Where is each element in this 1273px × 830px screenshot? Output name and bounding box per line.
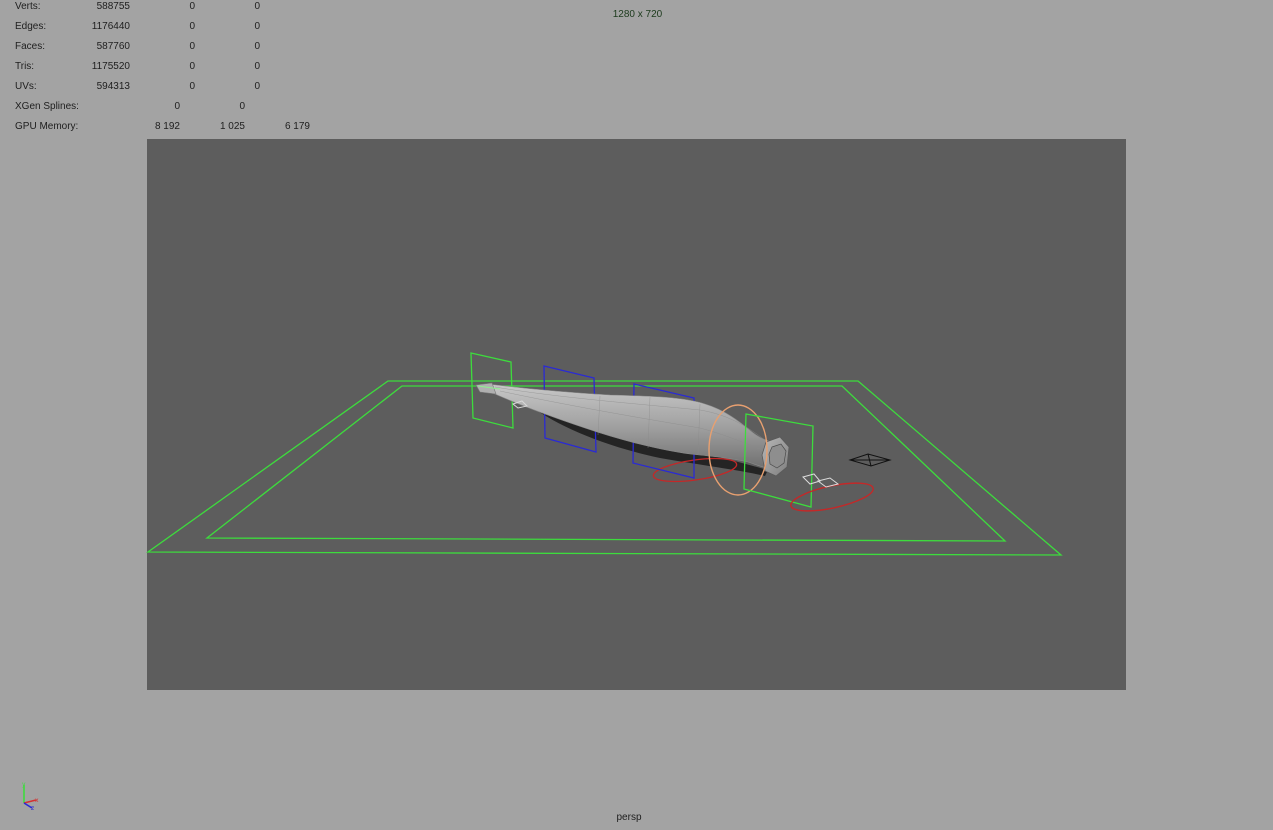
scene-view[interactable]: y x z [0, 0, 1273, 830]
control-ring-red-front[interactable] [789, 478, 876, 517]
svg-text:x: x [35, 797, 39, 804]
svg-text:z: z [31, 805, 34, 812]
direction-marker [802, 473, 840, 488]
camera-name-label: persp [616, 812, 642, 823]
svg-text:y: y [22, 781, 26, 788]
locator-icon[interactable] [848, 453, 892, 467]
xyz-axis-icon: y x z [22, 781, 39, 812]
maya-viewport[interactable]: Verts: 588755 0 0 Edges: 1176440 0 0 Fac… [0, 0, 1273, 830]
